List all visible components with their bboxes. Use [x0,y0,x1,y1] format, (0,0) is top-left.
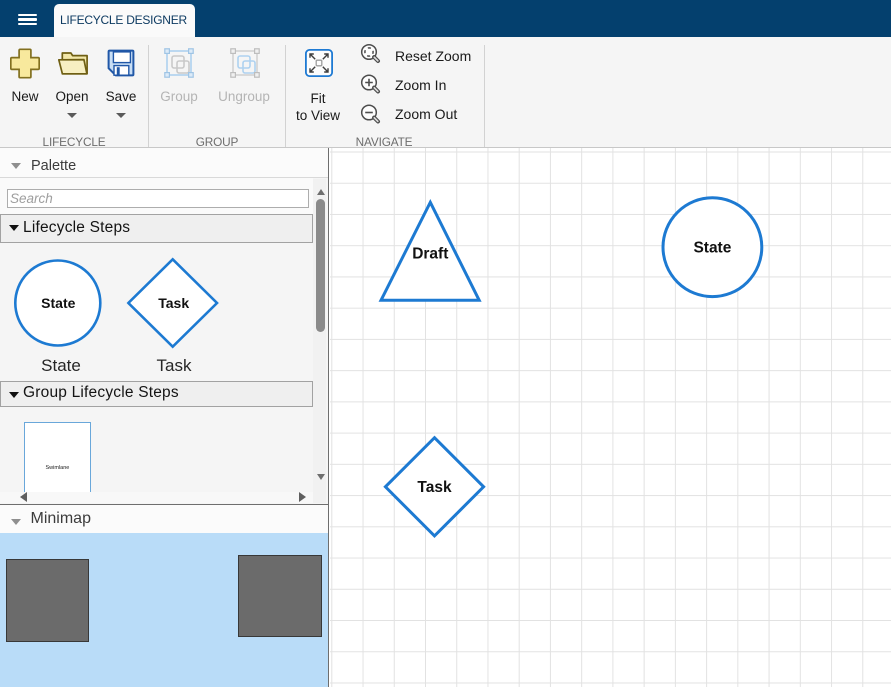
svg-text:Task: Task [417,479,452,496]
svg-text:State: State [41,295,75,311]
svg-text:Draft: Draft [412,246,448,263]
svg-text:State: State [693,240,731,257]
svg-text:Task: Task [158,295,189,311]
